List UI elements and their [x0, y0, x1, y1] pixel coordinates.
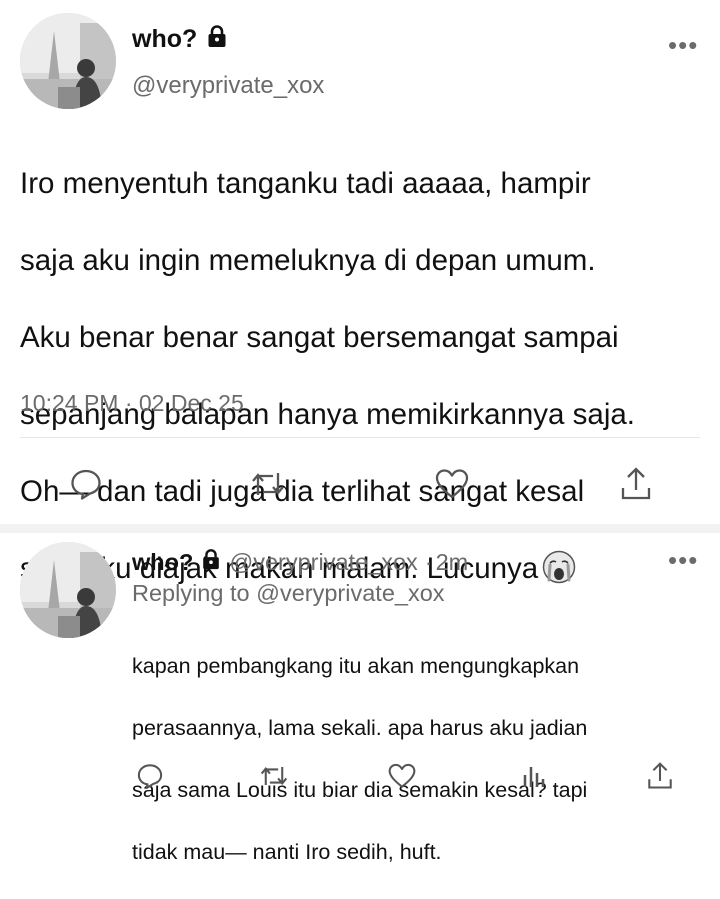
like-button[interactable] [428, 462, 476, 506]
reply-text: kapan pembangkang itu akan mengungkapkan… [132, 620, 712, 899]
analytics-button[interactable] [514, 758, 554, 794]
handle[interactable]: @veryprivate_xox [132, 72, 324, 100]
more-options-icon[interactable]: ••• [668, 547, 698, 573]
tweet-line: Aku benar benar sangat bersemangat sampa… [20, 320, 619, 354]
reply-line: perasaannya, lama sekali. apa harus aku … [132, 716, 588, 740]
display-name[interactable]: who? [132, 549, 193, 576]
tweet-line: Oh— dan tadi juga dia terlihat sangat ke… [20, 474, 585, 508]
display-name-row[interactable]: who? [132, 24, 229, 55]
replying-to[interactable]: Replying to @veryprivate_xox [132, 580, 445, 607]
reply-icon [137, 764, 163, 789]
retweet-icon [260, 766, 288, 786]
reply-button[interactable] [130, 758, 170, 794]
handle[interactable]: @veryprivate_xox [229, 549, 417, 576]
tweet-line: Iro menyentuh tanganku tadi aaaaa, hampi… [20, 166, 591, 200]
heart-icon [388, 763, 416, 788]
display-name[interactable]: who? [132, 25, 197, 54]
lock-icon [200, 548, 222, 576]
tweet-line: saja aku ingin memeluknya di depan umum. [20, 243, 596, 277]
share-button[interactable] [612, 462, 660, 506]
analytics-icon [523, 767, 545, 787]
divider [20, 437, 700, 438]
reply-age[interactable]: 2m [436, 549, 469, 576]
reply-button[interactable] [62, 462, 110, 506]
share-icon [648, 762, 672, 789]
heart-icon [435, 469, 469, 499]
share-icon [621, 467, 651, 500]
main-avatar[interactable] [20, 13, 116, 109]
more-options-icon[interactable]: ••• [668, 32, 698, 58]
retweet-button[interactable] [244, 462, 292, 506]
lock-icon [205, 24, 229, 55]
reply-header: who? @veryprivate_xox · 2m [132, 548, 468, 576]
reply-line: saja sama Louis itu biar dia semakin kes… [132, 778, 588, 802]
reply-avatar[interactable] [20, 542, 116, 638]
retweet-icon [252, 473, 284, 495]
retweet-button[interactable] [254, 758, 294, 794]
timestamp[interactable]: 10:24 PM · 02 Dec 25 [20, 390, 244, 417]
like-button[interactable] [382, 758, 422, 794]
reply-line: kapan pembangkang itu akan mengungkapkan [132, 654, 580, 678]
section-separator [0, 524, 720, 533]
reply-line: tidak mau— nanti Iro sedih, huft. [132, 840, 442, 864]
separator: · [424, 548, 433, 575]
reply-icon [71, 469, 101, 500]
crying-face-icon [542, 550, 576, 584]
avatar-image [20, 542, 116, 638]
avatar-image [20, 13, 116, 109]
share-button[interactable] [640, 758, 680, 794]
